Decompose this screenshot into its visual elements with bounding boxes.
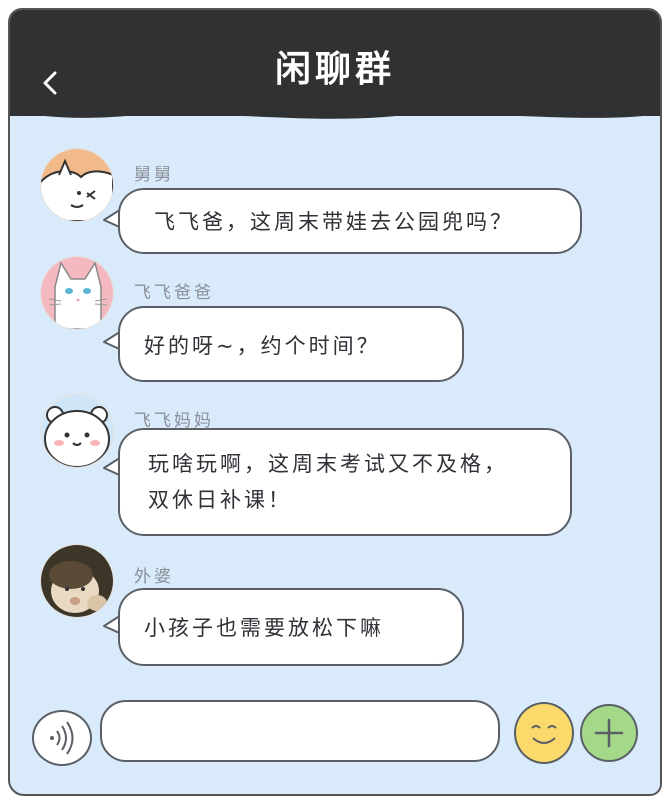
sender-name: 外婆 <box>134 567 174 587</box>
message-bubble[interactable]: 玩啥玩啊，这周末考试又不及格， 双休日补课！ <box>118 428 572 536</box>
message-input[interactable] <box>100 700 500 762</box>
message-line: 玩啥玩啊，这周末考试又不及格， <box>148 452 508 476</box>
chat-window: 闲聊群 舅舅 飞飞爸，这周末带娃去公园兜吗？ 飞飞爸爸 好的呀~，约个时间？ 飞… <box>8 8 662 796</box>
input-bar <box>10 696 660 776</box>
voice-button[interactable] <box>32 710 92 766</box>
smile-icon <box>531 725 557 744</box>
baby-photo-avatar <box>41 545 113 617</box>
plus-button[interactable] <box>580 704 638 762</box>
avatar[interactable] <box>40 544 114 618</box>
avatar[interactable] <box>40 256 114 330</box>
message-bubble[interactable]: 飞飞爸，这周末带娃去公园兜吗？ <box>118 188 582 254</box>
message-line: 双休日补课！ <box>148 488 292 512</box>
page-title: 闲聊群 <box>274 49 395 90</box>
message-bubble[interactable]: 好的呀~，约个时间？ <box>118 306 464 382</box>
sender-name: 飞飞爸爸 <box>134 283 214 303</box>
emoji-button[interactable] <box>514 702 574 764</box>
sender-name: 舅舅 <box>134 165 174 185</box>
voice-wave-icon <box>50 721 74 755</box>
header-wave-edge <box>10 100 660 119</box>
plus-icon <box>594 718 624 748</box>
message-bubble[interactable]: 小孩子也需要放松下嘛 <box>118 588 464 666</box>
white-cat-avatar <box>41 257 113 329</box>
